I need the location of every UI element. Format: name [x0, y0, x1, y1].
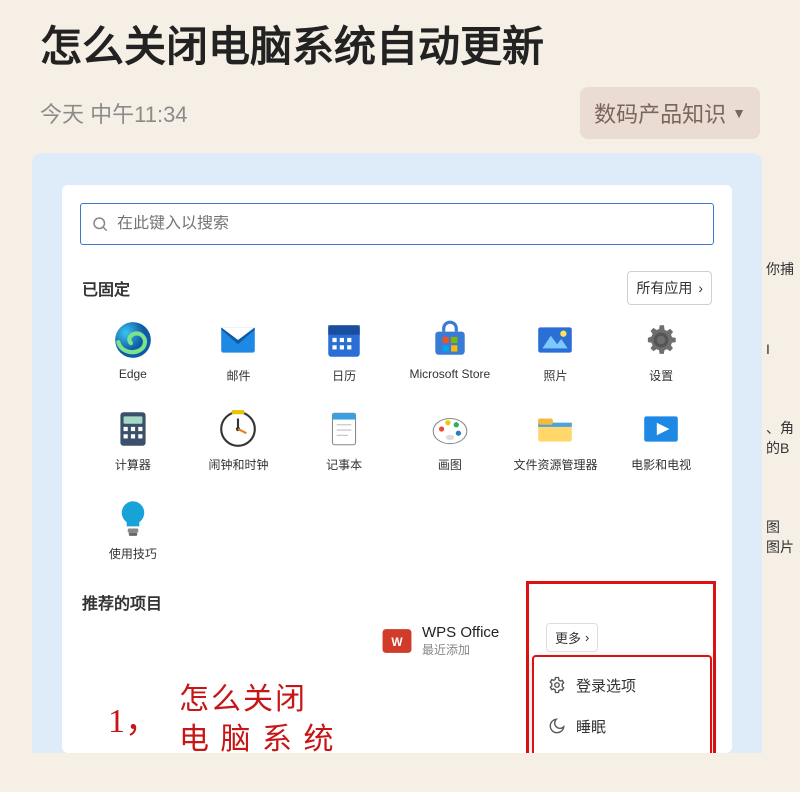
- app-label: 闹钟和时钟: [208, 456, 268, 473]
- app-tile-settings[interactable]: 设置: [608, 319, 714, 384]
- annotation-number: 1，: [102, 693, 169, 748]
- app-label: 照片: [543, 367, 567, 384]
- moon-icon: [548, 717, 566, 735]
- app-tile-store[interactable]: Microsoft Store: [397, 319, 503, 384]
- app-label: 画图: [438, 456, 462, 473]
- power-menu-signin-options[interactable]: 登录选项: [534, 665, 710, 706]
- power-menu-sleep[interactable]: 睡眠: [534, 706, 710, 747]
- red-annotation: 1， 怎么关闭 电 脑 系 统: [102, 678, 344, 753]
- app-tile-clock[interactable]: 闹钟和时钟: [186, 408, 292, 473]
- wps-name: WPS Office: [422, 624, 499, 641]
- app-tile-mail[interactable]: 邮件: [186, 319, 292, 384]
- power-menu-label: 睡眠: [576, 716, 606, 737]
- recommended-section-title: 推荐的项目: [82, 590, 162, 614]
- app-tile-edge[interactable]: Edge: [80, 319, 186, 384]
- wps-subtitle: 最近添加: [422, 641, 499, 658]
- chevron-down-icon: ▼: [732, 105, 746, 121]
- search-icon: [91, 215, 109, 233]
- app-label: Edge: [119, 367, 147, 381]
- search-box[interactable]: [80, 203, 714, 245]
- app-tile-movies[interactable]: 电影和电视: [608, 408, 714, 473]
- clock-icon: [217, 408, 259, 450]
- app-tile-notepad[interactable]: 记事本: [291, 408, 397, 473]
- edge-icon: [112, 319, 154, 361]
- chevron-right-icon: ›: [698, 280, 703, 296]
- app-tile-paint[interactable]: 画图: [397, 408, 503, 473]
- all-apps-label: 所有应用: [636, 278, 692, 298]
- annotation-text: 怎么关闭 电 脑 系 统: [171, 678, 344, 753]
- calendar-icon: [323, 319, 365, 361]
- app-tile-calendar[interactable]: 日历: [291, 319, 397, 384]
- paint-icon: [429, 408, 471, 450]
- svg-text:W: W: [391, 635, 403, 649]
- notepad-icon: [323, 408, 365, 450]
- photos-icon: [534, 319, 576, 361]
- app-label: 邮件: [226, 367, 250, 384]
- app-tile-photos[interactable]: 照片: [503, 319, 609, 384]
- app-label: Microsoft Store: [409, 367, 490, 381]
- pinned-section-title: 已固定: [82, 276, 130, 300]
- tips-icon: [112, 497, 154, 539]
- gear-icon: [548, 676, 566, 694]
- app-label: 计算器: [115, 456, 151, 473]
- app-tile-tips[interactable]: 使用技巧: [80, 497, 186, 562]
- power-menu-popup: 更多 › 登录选项 睡眠: [532, 655, 712, 753]
- app-tile-explorer[interactable]: 文件资源管理器: [503, 408, 609, 473]
- article-meta-row: 今天 中午11:34 数码产品知识 ▼: [0, 83, 800, 153]
- category-tag[interactable]: 数码产品知识 ▼: [580, 87, 760, 139]
- app-label: 使用技巧: [109, 545, 157, 562]
- settings-icon: [640, 319, 682, 361]
- article-header: 怎么关闭电脑系统自动更新: [0, 0, 800, 83]
- more-button[interactable]: 更多 ›: [546, 623, 598, 652]
- app-label: 记事本: [326, 456, 362, 473]
- all-apps-button[interactable]: 所有应用 ›: [627, 271, 712, 305]
- article-timestamp: 今天 中午11:34: [40, 97, 188, 129]
- app-label: 日历: [332, 367, 356, 384]
- chevron-right-icon: ›: [585, 630, 589, 645]
- app-label: 文件资源管理器: [513, 456, 597, 473]
- power-menu-label: 登录选项: [576, 675, 636, 696]
- explorer-icon: [534, 408, 576, 450]
- pinned-app-grid: Edge 邮件 日历 Microsoft Store 照片 设置计算器 闹钟和时钟 记事本 画图…: [80, 319, 714, 562]
- mail-icon: [217, 319, 259, 361]
- app-label: 设置: [649, 367, 673, 384]
- side-text-fragments: 你捕 I 、角 的B 图 图片: [766, 260, 800, 558]
- store-icon: [429, 319, 471, 361]
- movies-icon: [640, 408, 682, 450]
- start-menu-screenshot: 已固定 所有应用 › Edge 邮件 日历 Microsoft Store 照片 设置计算…: [32, 153, 762, 753]
- category-label: 数码产品知识: [594, 97, 726, 129]
- article-title: 怎么关闭电脑系统自动更新: [40, 20, 760, 75]
- search-input[interactable]: [117, 215, 703, 233]
- wps-icon: W: [380, 624, 414, 658]
- app-tile-calc[interactable]: 计算器: [80, 408, 186, 473]
- app-label: 电影和电视: [631, 456, 691, 473]
- calc-icon: [112, 408, 154, 450]
